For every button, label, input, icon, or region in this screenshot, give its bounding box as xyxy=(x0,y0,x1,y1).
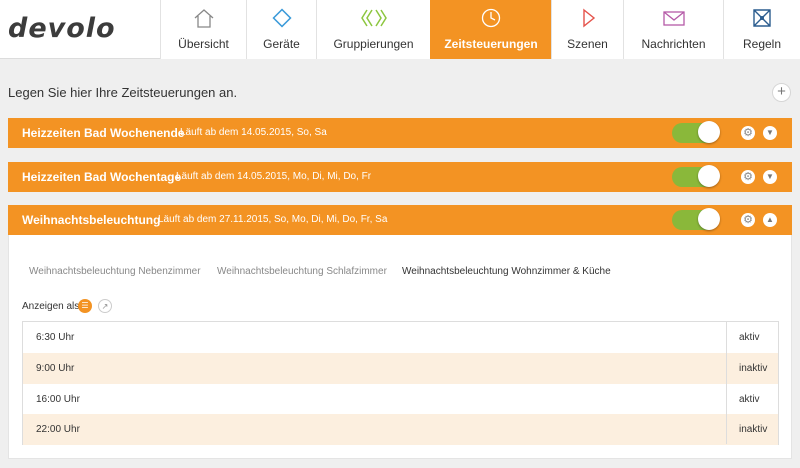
toggle-knob xyxy=(698,121,720,143)
group-icon xyxy=(317,7,430,31)
devolo-logo: devolo xyxy=(8,13,116,44)
schedule-name: Weihnachtsbeleuchtung xyxy=(22,213,161,227)
schedule-toggle[interactable] xyxy=(672,165,720,187)
clock-icon xyxy=(431,7,551,31)
row-time: 6:30 Uhr xyxy=(36,332,75,343)
add-schedule-button[interactable]: + xyxy=(772,83,791,102)
row-state: aktiv xyxy=(739,394,760,405)
row-time: 9:00 Uhr xyxy=(36,363,75,374)
nav-item-nachrichten[interactable]: Nachrichten xyxy=(623,0,723,59)
envelope-icon xyxy=(624,7,723,31)
chart-view-icon[interactable]: ↗ xyxy=(98,299,112,313)
top-bar: devolo Übersicht Geräte Gruppierungen Ze… xyxy=(0,0,800,59)
row-state: inaktiv xyxy=(739,363,768,374)
diamond-icon xyxy=(247,7,316,31)
home-icon xyxy=(161,7,246,31)
list-view-icon[interactable]: ☰ xyxy=(78,299,92,313)
page-intro: Legen Sie hier Ihre Zeitsteuerungen an. xyxy=(8,85,238,100)
row-state: inaktiv xyxy=(739,424,768,435)
show-as-label: Anzeigen als: xyxy=(22,301,83,312)
schedule-toggle[interactable] xyxy=(672,208,720,230)
row-time: 22:00 Uhr xyxy=(36,424,80,435)
nav-item-regeln[interactable]: Regeln xyxy=(723,0,800,59)
schedule-subtitle: Läuft ab dem 27.11.2015, So, Mo, Di, Mi,… xyxy=(158,214,388,225)
tab-nebenzimmer[interactable]: Weihnachtsbeleuchtung Nebenzimmer xyxy=(29,266,201,277)
nav-label: Gruppierungen xyxy=(333,37,414,51)
nav-label: Regeln xyxy=(742,37,782,51)
schedule-detail-panel: Weihnachtsbeleuchtung Nebenzimmer Weihna… xyxy=(8,235,792,459)
column-divider xyxy=(726,322,727,444)
toggle-knob xyxy=(698,165,720,187)
schedule-header-heizzeiten-wochenende[interactable]: Heizzeiten Bad Wochenende Läuft ab dem 1… xyxy=(8,118,792,148)
schedule-header-weihnachtsbeleuchtung[interactable]: Weihnachtsbeleuchtung Läuft ab dem 27.11… xyxy=(8,205,792,235)
toggle-knob xyxy=(698,208,720,230)
table-row[interactable]: 6:30 Uhr aktiv xyxy=(23,322,778,353)
gear-icon[interactable]: ⚙ xyxy=(741,213,755,227)
nav-item-uebersicht[interactable]: Übersicht xyxy=(160,0,246,59)
schedule-header-heizzeiten-wochentage[interactable]: Heizzeiten Bad Wochentage Läuft ab dem 1… xyxy=(8,162,792,192)
nav-item-zeitsteuerungen[interactable]: Zeitsteuerungen xyxy=(430,0,551,59)
schedule-name: Heizzeiten Bad Wochentage xyxy=(22,170,182,184)
nav-label: Übersicht xyxy=(178,37,229,51)
table-row[interactable]: 16:00 Uhr aktiv xyxy=(23,384,778,415)
gear-icon[interactable]: ⚙ xyxy=(741,170,755,184)
chevron-down-icon[interactable]: ▼ xyxy=(763,170,777,184)
rules-icon xyxy=(724,7,800,31)
gear-icon[interactable]: ⚙ xyxy=(741,126,755,140)
table-row[interactable]: 9:00 Uhr inaktiv xyxy=(23,353,778,384)
schedule-subtitle: Läuft ab dem 14.05.2015, So, Sa xyxy=(180,127,327,138)
nav-item-szenen[interactable]: Szenen xyxy=(551,0,623,59)
table-row[interactable]: 22:00 Uhr inaktiv xyxy=(23,414,778,445)
schedule-subtitle: Läuft ab dem 14.05.2015, Mo, Di, Mi, Do,… xyxy=(176,171,372,182)
row-state: aktiv xyxy=(739,332,760,343)
nav-item-geraete[interactable]: Geräte xyxy=(246,0,316,59)
nav-label: Geräte xyxy=(263,37,300,51)
schedule-toggle[interactable] xyxy=(672,121,720,143)
tab-wohnzimmer-kueche[interactable]: Weihnachtsbeleuchtung Wohnzimmer & Küche xyxy=(402,266,611,277)
tab-schlafzimmer[interactable]: Weihnachtsbeleuchtung Schlafzimmer xyxy=(217,266,387,277)
nav-label: Szenen xyxy=(567,37,608,51)
schedule-table: 6:30 Uhr aktiv 9:00 Uhr inaktiv 16:00 Uh… xyxy=(22,321,779,445)
chevron-up-icon[interactable]: ▲ xyxy=(763,213,777,227)
nav-label: Zeitsteuerungen xyxy=(444,37,538,51)
chevron-down-icon[interactable]: ▼ xyxy=(763,126,777,140)
play-icon xyxy=(552,7,623,31)
nav-item-gruppierungen[interactable]: Gruppierungen xyxy=(316,0,430,59)
row-time: 16:00 Uhr xyxy=(36,394,80,405)
schedule-name: Heizzeiten Bad Wochenende xyxy=(22,126,185,140)
nav-label: Nachrichten xyxy=(641,37,706,51)
